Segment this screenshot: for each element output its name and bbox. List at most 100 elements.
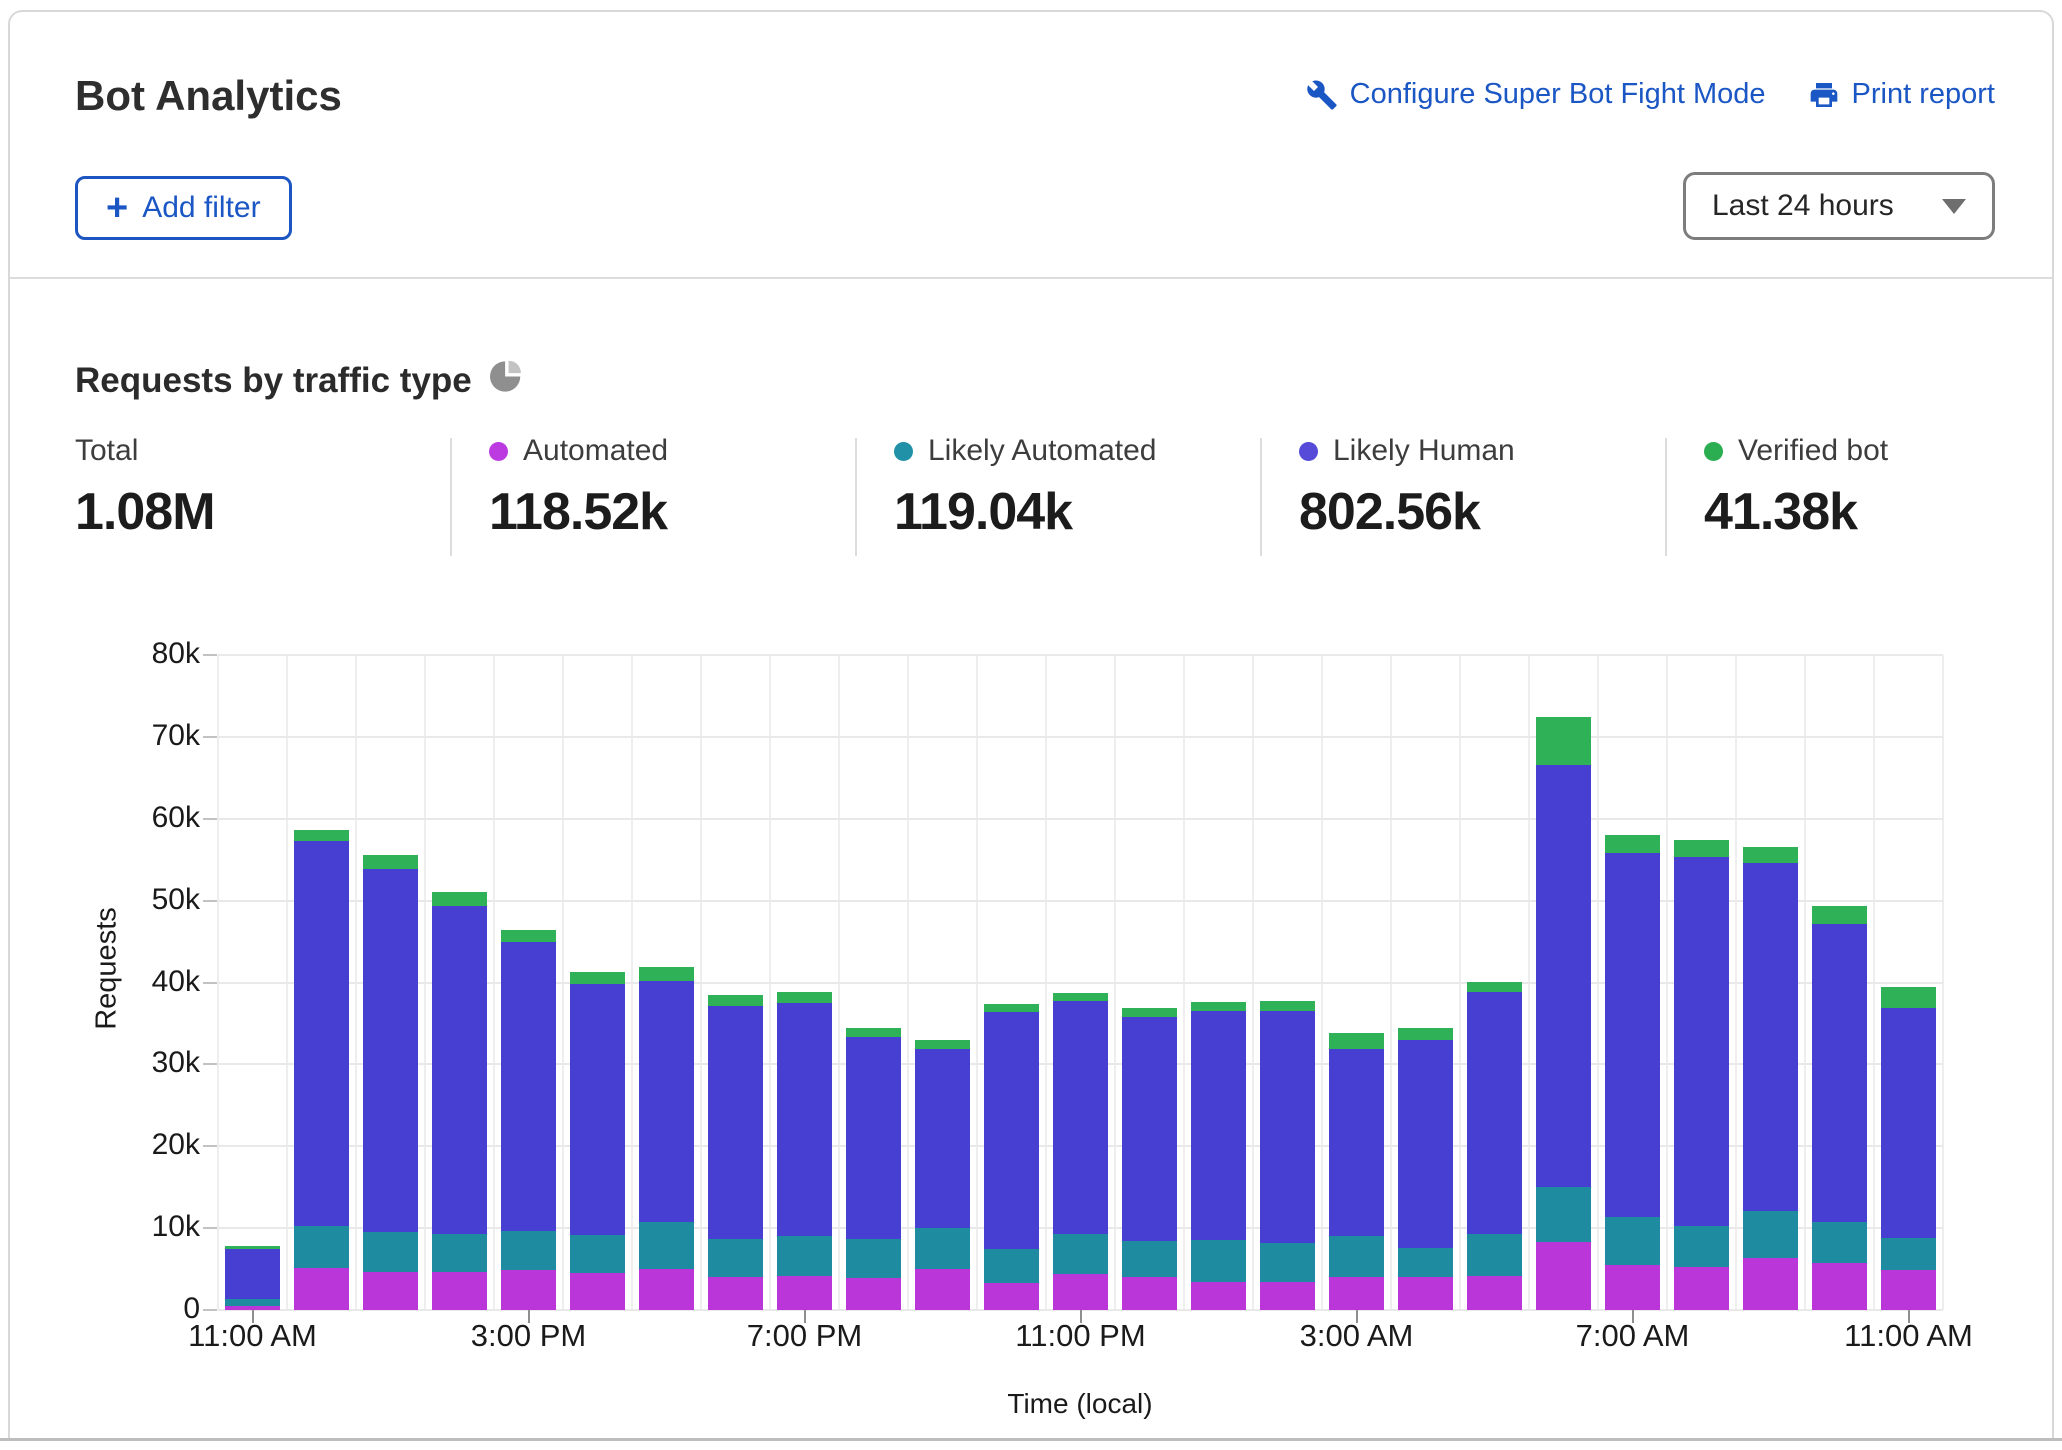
page-title: Bot Analytics xyxy=(75,72,342,120)
add-filter-button[interactable]: + Add filter xyxy=(75,176,292,240)
bar-segment-likely-human xyxy=(294,841,349,1226)
bar-segment-likely-automated xyxy=(570,1235,625,1273)
bar-segment-automated xyxy=(1674,1267,1729,1310)
bar-segment-likely-automated xyxy=(1605,1217,1660,1265)
bar-segment-likely-automated xyxy=(1260,1243,1315,1282)
x-axis-tick-label: 11:00 PM xyxy=(961,1318,1201,1354)
bar-segment-likely-human xyxy=(1812,924,1867,1223)
bar-segment-likely-human xyxy=(1398,1040,1453,1248)
bar-segment-likely-human xyxy=(1674,857,1729,1225)
bar-segment-likely-automated xyxy=(1398,1248,1453,1277)
printer-icon xyxy=(1808,79,1840,111)
x-axis-tick xyxy=(1080,1310,1082,1323)
automated-dot-icon xyxy=(489,442,508,461)
y-axis-tick xyxy=(203,1145,217,1147)
bar-segment-automated xyxy=(1329,1277,1384,1310)
configure-link-label: Configure Super Bot Fight Mode xyxy=(1350,78,1766,111)
bar-segment-automated xyxy=(915,1269,970,1310)
bar-segment-likely-human xyxy=(570,984,625,1235)
stat-likely-automated-label: Likely Automated xyxy=(928,434,1156,468)
bar-segment-likely-automated xyxy=(363,1232,418,1272)
bar-segment-automated xyxy=(432,1272,487,1310)
x-axis-title: Time (local) xyxy=(880,1388,1280,1420)
bar-segment-likely-human xyxy=(984,1012,1039,1249)
y-axis-tick xyxy=(203,1227,217,1229)
y-axis-tick-label: 40k xyxy=(130,965,200,999)
time-range-select[interactable]: Last 24 hours xyxy=(1683,172,1995,240)
bar-segment-likely-automated xyxy=(432,1234,487,1272)
bar-segment-verified-bot xyxy=(639,967,694,981)
bar-segment-likely-human xyxy=(1536,765,1591,1187)
stat-likely-human-label: Likely Human xyxy=(1333,434,1515,468)
x-axis-tick-label: 7:00 PM xyxy=(685,1318,925,1354)
bar-segment-likely-automated xyxy=(777,1236,832,1276)
bar-segment-likely-automated xyxy=(1122,1241,1177,1277)
bar-segment-likely-human xyxy=(915,1049,970,1228)
bar-segment-verified-bot xyxy=(1467,982,1522,993)
bar-segment-likely-automated xyxy=(1536,1187,1591,1242)
stat-automated: Automated 118.52k xyxy=(489,434,668,542)
bar-segment-automated xyxy=(1467,1276,1522,1310)
bar-segment-likely-human xyxy=(1191,1011,1246,1240)
bar-segment-verified-bot xyxy=(1674,840,1729,857)
bar-segment-automated xyxy=(1398,1277,1453,1310)
stat-verified-bot-label: Verified bot xyxy=(1738,434,1888,468)
gridline-horizontal xyxy=(218,736,1943,738)
bar-segment-likely-automated xyxy=(915,1228,970,1269)
likely-human-dot-icon xyxy=(1299,442,1318,461)
x-axis-tick-label: 7:00 AM xyxy=(1513,1318,1753,1354)
configure-super-bot-fight-mode-link[interactable]: Configure Super Bot Fight Mode xyxy=(1306,78,1766,111)
stat-divider xyxy=(1665,438,1667,556)
stat-total-value: 1.08M xyxy=(75,482,215,542)
bar-segment-verified-bot xyxy=(708,995,763,1006)
bar-segment-likely-human xyxy=(1260,1011,1315,1243)
bar-segment-automated xyxy=(1881,1270,1936,1310)
stat-divider xyxy=(450,438,452,556)
bar-segment-likely-human xyxy=(225,1249,280,1300)
y-axis-tick xyxy=(203,982,217,984)
x-axis-tick-label: 3:00 AM xyxy=(1237,1318,1477,1354)
bar-segment-automated xyxy=(708,1277,763,1310)
bar-segment-verified-bot xyxy=(1122,1008,1177,1017)
verified-bot-dot-icon xyxy=(1704,442,1723,461)
x-axis-tick-label: 3:00 PM xyxy=(409,1318,649,1354)
bar-segment-likely-human xyxy=(1743,863,1798,1211)
bar-segment-verified-bot xyxy=(1812,906,1867,924)
bar-segment-automated xyxy=(1743,1258,1798,1310)
bar-segment-likely-human xyxy=(708,1006,763,1239)
y-axis-tick-label: 50k xyxy=(130,883,200,917)
bar-segment-likely-automated xyxy=(501,1231,556,1270)
y-axis-tick xyxy=(203,1309,217,1311)
bar-segment-likely-automated xyxy=(1053,1234,1108,1274)
print-report-link[interactable]: Print report xyxy=(1808,78,1995,111)
bar-segment-likely-human xyxy=(363,869,418,1233)
y-axis-tick-label: 60k xyxy=(130,801,200,835)
bar-segment-automated xyxy=(570,1273,625,1310)
y-axis-tick xyxy=(203,654,217,656)
bar-segment-automated xyxy=(1191,1282,1246,1310)
bar-segment-verified-bot xyxy=(1053,993,1108,1001)
bar-segment-automated xyxy=(1605,1265,1660,1310)
stat-likely-human-value: 802.56k xyxy=(1299,482,1515,542)
print-link-label: Print report xyxy=(1852,78,1995,111)
bar-segment-verified-bot xyxy=(363,855,418,869)
bar-segment-likely-automated xyxy=(984,1249,1039,1283)
stat-automated-label: Automated xyxy=(523,434,668,468)
bar-segment-likely-human xyxy=(1329,1049,1384,1236)
gridline-horizontal xyxy=(218,818,1943,820)
x-axis-tick xyxy=(252,1310,254,1323)
y-axis-tick xyxy=(203,1063,217,1065)
bar-segment-verified-bot xyxy=(1398,1028,1453,1039)
bar-segment-automated xyxy=(984,1283,1039,1310)
bar-segment-likely-automated xyxy=(1881,1238,1936,1270)
bar-segment-verified-bot xyxy=(1191,1002,1246,1011)
stat-verified-bot: Verified bot 41.38k xyxy=(1704,434,1888,542)
bar-segment-likely-human xyxy=(1605,853,1660,1217)
bar-segment-verified-bot xyxy=(1605,835,1660,853)
bar-segment-automated xyxy=(1536,1242,1591,1310)
stat-divider xyxy=(855,438,857,556)
section-heading: Requests by traffic type xyxy=(75,360,523,402)
bar-segment-automated xyxy=(1122,1277,1177,1310)
bar-segment-likely-human xyxy=(1053,1001,1108,1234)
x-axis-tick-label: 11:00 AM xyxy=(1789,1318,2029,1354)
